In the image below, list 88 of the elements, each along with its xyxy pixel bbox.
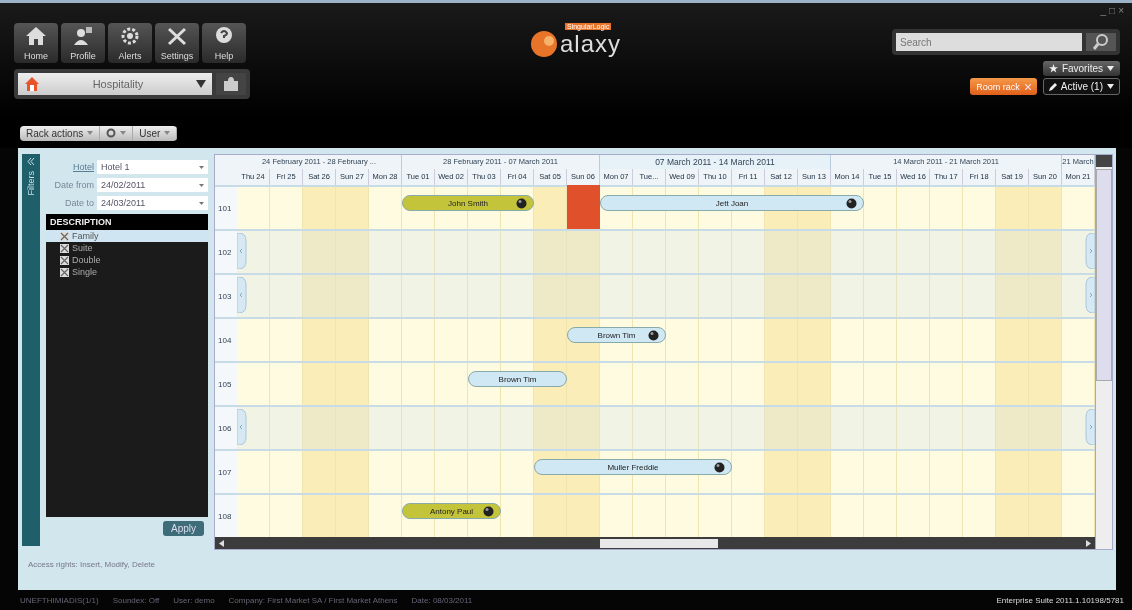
status-text: UNEFTHIMIADIS(1/1) [20, 595, 99, 605]
apply-button[interactable]: Apply [163, 521, 204, 536]
dropdown-field[interactable]: 24/03/2011 [97, 196, 208, 210]
dropdown-field[interactable]: 24/02/2011 [97, 178, 208, 192]
person-icon [72, 26, 94, 46]
ball-icon [846, 197, 857, 209]
booking-bar[interactable]: Brown Tim [468, 371, 567, 387]
ball-icon [516, 197, 527, 209]
search-field[interactable]: Search [896, 33, 1082, 51]
nav-button[interactable]: Help [202, 23, 246, 63]
window-control[interactable]: _ [1100, 5, 1107, 16]
room-number: 106 [215, 405, 237, 449]
active-button[interactable]: Active (1) [1042, 78, 1120, 95]
horizontal-scrollbar[interactable] [215, 537, 1095, 549]
list-item[interactable]: Suite [46, 242, 208, 254]
caret-icon [199, 201, 204, 205]
ball-icon [483, 505, 494, 517]
favorites-button[interactable]: Favorites [1042, 61, 1120, 76]
status-text: Date: 08/03/2011 [411, 595, 473, 605]
toolbar-menu-button[interactable]: User [133, 125, 178, 141]
checkbox[interactable] [60, 267, 69, 277]
scroll-thumb[interactable] [1096, 169, 1112, 381]
version-text: Enterprise Suite 2011.1.10198/5781 [996, 595, 1124, 605]
caret-icon [1107, 66, 1114, 71]
scroll-thumb[interactable] [600, 538, 718, 548]
window-control[interactable]: □ [1109, 5, 1116, 16]
field-label: Date to [63, 198, 94, 208]
list-header: DESCRIPTION [46, 214, 208, 230]
list-item[interactable]: Double [46, 254, 208, 266]
booking-bar[interactable]: John Smith [402, 195, 534, 211]
nav-button[interactable]: Alerts [108, 23, 152, 63]
checkbox[interactable] [60, 255, 69, 265]
caret-icon [199, 165, 204, 169]
booking-bar[interactable]: Muller Freddie [534, 459, 732, 475]
nav-button[interactable]: Home [14, 23, 58, 63]
room-number: 104 [215, 317, 237, 361]
star-icon [1048, 64, 1058, 73]
room-number: 107 [215, 449, 237, 493]
logo-text: alaxy [560, 30, 621, 58]
gear-icon [120, 26, 140, 46]
search-button[interactable] [1086, 33, 1116, 51]
caret-icon [120, 131, 127, 135]
room-number: 105 [215, 361, 237, 405]
pencil-icon [1048, 82, 1057, 91]
house-icon [25, 26, 47, 46]
caret-icon [1107, 84, 1114, 89]
status-text: Company: First Market SA / First Market Athens [228, 595, 398, 605]
room-number: 102 [215, 229, 237, 273]
module-select[interactable]: Hospitality [18, 73, 212, 95]
toolbar-menu-button[interactable]: Rack actions [20, 125, 101, 141]
logo-mark-icon [529, 29, 559, 59]
vertical-scrollbar[interactable] [1095, 155, 1112, 549]
list-item[interactable]: Single [46, 266, 208, 278]
puzzle-button[interactable] [216, 73, 246, 95]
caret-icon [164, 131, 171, 135]
booking-bar[interactable]: Brown Tim [567, 327, 666, 343]
field-label[interactable]: Hotel [46, 162, 94, 172]
dropdown-field[interactable]: Hotel 1 [97, 160, 208, 174]
week-header: 07 March 2011 - 14 March 2011 [600, 155, 831, 169]
booking-bar[interactable]: Antony Paul [402, 503, 501, 519]
caret-icon [196, 80, 206, 88]
caret-icon [199, 183, 204, 187]
right-arrow-icon[interactable] [1086, 539, 1091, 547]
room-number: 103 [215, 273, 237, 317]
field-label: Date from [53, 180, 94, 190]
checkbox[interactable] [60, 243, 69, 253]
list-item[interactable]: Family [46, 230, 208, 242]
access-rights-text: Access rights: Insert, Modify, Delete [27, 559, 156, 569]
nav-button[interactable]: Settings [155, 23, 199, 63]
help-icon [214, 26, 234, 46]
window-control[interactable]: × [1118, 5, 1124, 16]
room-number: 108 [215, 493, 237, 537]
filters-title: Filters [26, 171, 36, 196]
nav-button[interactable]: Profile [61, 23, 105, 63]
checkbox[interactable] [60, 231, 69, 241]
search-icon [1092, 33, 1110, 51]
caret-icon [87, 131, 94, 135]
gear-icon [106, 128, 117, 138]
status-text: Soundex: Off [112, 595, 160, 605]
status-text: User: demo [173, 595, 215, 605]
house-icon [24, 76, 40, 92]
booking-bar[interactable]: Jett Joan [600, 195, 864, 211]
tools-icon [166, 26, 188, 46]
room-number: 101 [215, 185, 237, 229]
left-arrow-icon[interactable] [219, 539, 224, 547]
ball-icon [648, 329, 659, 341]
ball-icon [714, 461, 725, 473]
collapse-icon[interactable] [27, 158, 35, 165]
